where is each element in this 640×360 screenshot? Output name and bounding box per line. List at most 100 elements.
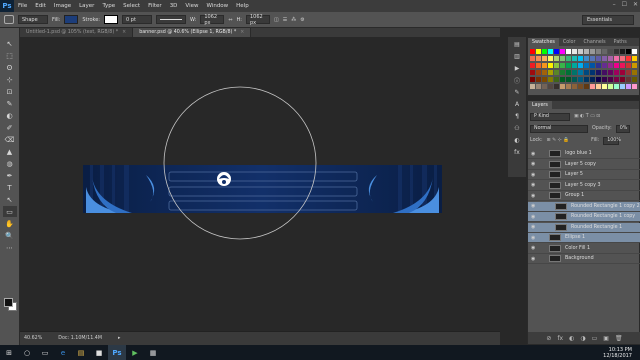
swatch-color[interactable] <box>620 84 625 89</box>
swatch-color[interactable] <box>530 63 535 68</box>
swatch-color[interactable] <box>572 84 577 89</box>
menu-filter[interactable]: Filter <box>144 3 166 9</box>
healing-tool-icon[interactable]: ◐ <box>3 110 17 121</box>
swatch-color[interactable] <box>548 56 553 61</box>
visibility-eye-icon[interactable]: ◉ <box>531 182 539 188</box>
properties-icon[interactable]: ▥ <box>511 51 523 61</box>
swatch-color[interactable] <box>632 70 637 75</box>
adjustments-icon[interactable]: ◐ <box>511 135 523 145</box>
swatch-color[interactable] <box>596 70 601 75</box>
move-tool-icon[interactable]: ↖ <box>3 38 17 49</box>
zoom-level[interactable]: 40.62% <box>24 336 42 341</box>
swatch-color[interactable] <box>548 49 553 54</box>
layer-row[interactable]: ◉ Background <box>528 254 640 264</box>
character-icon[interactable]: A <box>511 99 523 109</box>
system-clock[interactable]: 10:13 PM 12/18/2017 <box>603 347 632 359</box>
lock-icons[interactable]: ⊞ ✎ ⊹ 🔒 <box>547 138 570 143</box>
menu-help[interactable]: Help <box>232 3 253 9</box>
gradient-tool-icon[interactable]: ▲ <box>3 146 17 157</box>
visibility-eye-icon[interactable]: ◉ <box>531 214 539 220</box>
task-view-icon[interactable]: ▭ <box>36 345 54 360</box>
menu-view[interactable]: View <box>181 3 202 9</box>
swatch-color[interactable] <box>560 63 565 68</box>
swatch-color[interactable] <box>566 84 571 89</box>
visibility-eye-icon[interactable]: ◉ <box>531 235 539 241</box>
height-input[interactable]: 1062 px <box>246 14 270 26</box>
filter-icons[interactable]: ▣ ◐ T ▭ ⊡ <box>574 114 600 119</box>
swatch-color[interactable] <box>560 49 565 54</box>
swatch-color[interactable] <box>572 70 577 75</box>
workspace-select[interactable]: Essentials <box>582 15 634 25</box>
new-layer-icon[interactable]: ▣ <box>603 335 609 342</box>
swatch-color[interactable] <box>560 77 565 82</box>
swatch-color[interactable] <box>590 77 595 82</box>
fill-input[interactable]: 100% <box>603 136 621 145</box>
swatch-color[interactable] <box>530 49 535 54</box>
opacity-input[interactable]: 0% <box>615 124 630 133</box>
swatch-color[interactable] <box>566 56 571 61</box>
swatch-color[interactable] <box>572 49 577 54</box>
menu-file[interactable]: File <box>14 3 31 9</box>
shape-mode-select[interactable]: Shape <box>18 15 48 24</box>
swatch-color[interactable] <box>608 63 613 68</box>
menu-select[interactable]: Select <box>119 3 144 9</box>
layer-row[interactable]: ◉ Group 1 <box>528 191 640 201</box>
swatch-color[interactable] <box>530 56 535 61</box>
media-player-icon[interactable]: ▶ <box>126 345 144 360</box>
file-explorer-icon[interactable]: ▤ <box>72 345 90 360</box>
paragraph-icon[interactable]: ¶ <box>511 111 523 121</box>
swatch-color[interactable] <box>596 84 601 89</box>
maximize-icon[interactable]: ☐ <box>622 1 627 8</box>
brush-tool-icon[interactable]: ✐ <box>3 122 17 133</box>
swatch-color[interactable] <box>614 77 619 82</box>
eyedropper-tool-icon[interactable]: ✎ <box>3 98 17 109</box>
swatch-color[interactable] <box>590 49 595 54</box>
swatch-color[interactable] <box>536 70 541 75</box>
swatch-color[interactable] <box>584 84 589 89</box>
path-arrange-icon[interactable]: ⁂ <box>291 17 296 23</box>
lasso-tool-icon[interactable]: ʘ <box>3 62 17 73</box>
swatch-color[interactable] <box>542 49 547 54</box>
tab-swatches[interactable]: Swatches <box>528 38 559 46</box>
visibility-eye-icon[interactable]: ◉ <box>531 203 539 209</box>
swatch-color[interactable] <box>632 56 637 61</box>
swatch-color[interactable] <box>584 63 589 68</box>
menu-3d[interactable]: 3D <box>166 3 182 9</box>
path-select-tool-icon[interactable]: ↖ <box>3 194 17 205</box>
menu-edit[interactable]: Edit <box>31 3 50 9</box>
zoom-tool-icon[interactable]: 🔍 <box>3 230 17 241</box>
swatch-color[interactable] <box>614 49 619 54</box>
swatch-color[interactable] <box>554 77 559 82</box>
swatch-color[interactable] <box>548 70 553 75</box>
shape-tool-icon[interactable]: ▭ <box>2 206 17 217</box>
actions-icon[interactable]: ▶ <box>511 63 523 73</box>
close-icon[interactable]: × <box>122 30 126 35</box>
mask-icon[interactable]: ◐ <box>569 335 574 342</box>
layer-row[interactable]: ◉ Rounded Rectangle 1 copy <box>528 212 640 222</box>
link-layers-icon[interactable]: ⊘ <box>546 335 551 342</box>
link-icon[interactable]: ⇔ <box>228 17 232 23</box>
windows-start-icon[interactable]: ⊞ <box>0 345 18 360</box>
canvas-area[interactable] <box>20 37 500 331</box>
minimize-icon[interactable]: – <box>613 1 616 8</box>
swatch-color[interactable] <box>566 49 571 54</box>
visibility-eye-icon[interactable]: ◉ <box>531 151 539 157</box>
swatch-color[interactable] <box>566 70 571 75</box>
swatch-color[interactable] <box>536 63 541 68</box>
crop-tool-icon[interactable]: ⊡ <box>3 86 17 97</box>
swatch-color[interactable] <box>620 77 625 82</box>
stroke-width-input[interactable]: 0 pt <box>122 15 152 24</box>
swatch-color[interactable] <box>602 49 607 54</box>
menu-window[interactable]: Window <box>202 3 232 9</box>
swatch-color[interactable] <box>590 84 595 89</box>
swatch-color[interactable] <box>548 63 553 68</box>
close-icon[interactable]: × <box>240 30 244 35</box>
swatch-color[interactable] <box>626 84 631 89</box>
cortana-icon[interactable]: ○ <box>18 345 36 360</box>
shape-tool-icon[interactable] <box>4 15 14 24</box>
swatch-color[interactable] <box>608 70 613 75</box>
swatch-color[interactable] <box>614 84 619 89</box>
menu-type[interactable]: Type <box>98 3 119 9</box>
layer-row[interactable]: ◉ Color Fill 1 <box>528 244 640 254</box>
swatch-color[interactable] <box>602 77 607 82</box>
